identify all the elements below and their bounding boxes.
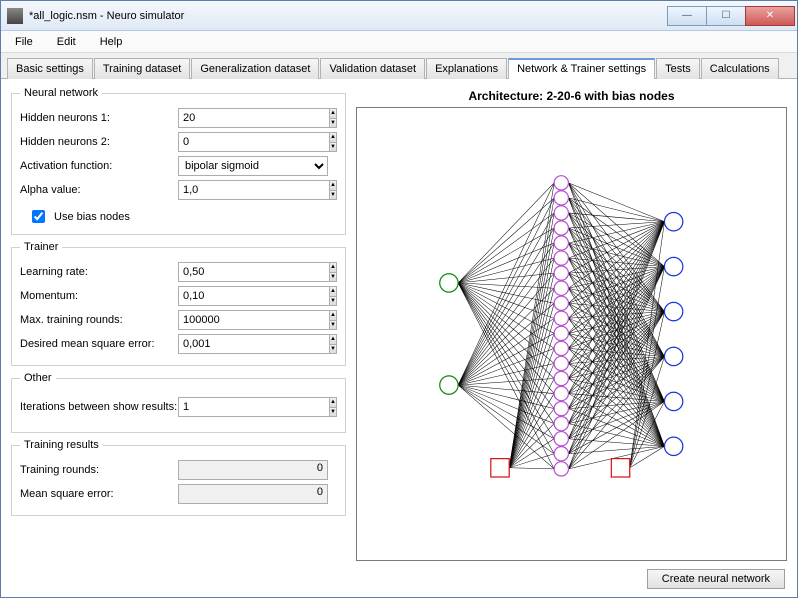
max-up[interactable]: ▲ — [330, 310, 337, 320]
window-controls: — ☐ ✕ — [668, 6, 795, 26]
menu-file[interactable]: File — [9, 34, 39, 50]
mse-down[interactable]: ▼ — [330, 344, 337, 355]
learning-rate-label: Learning rate: — [20, 266, 178, 278]
result-mse-value: 0 — [178, 484, 328, 504]
trainer-group: Trainer Learning rate: ▲▼ Momentum: ▲▼ — [11, 241, 346, 366]
iter-up[interactable]: ▲ — [330, 397, 337, 407]
mom-up[interactable]: ▲ — [330, 286, 337, 296]
max-rounds-input[interactable] — [178, 310, 330, 330]
iterations-label: Iterations between show results: — [20, 401, 178, 413]
result-mse-label: Mean square error: — [20, 488, 178, 500]
hidden2-down[interactable]: ▼ — [330, 142, 337, 153]
create-neural-network-button[interactable]: Create neural network — [647, 569, 785, 589]
tab-basic-settings[interactable]: Basic settings — [7, 58, 93, 79]
tab-explanations[interactable]: Explanations — [426, 58, 507, 79]
other-legend: Other — [20, 372, 56, 384]
desired-mse-label: Desired mean square error: — [20, 338, 178, 350]
tab-generalization-dataset[interactable]: Generalization dataset — [191, 58, 319, 79]
tab-validation-dataset[interactable]: Validation dataset — [320, 58, 425, 79]
hidden1-down[interactable]: ▼ — [330, 118, 337, 129]
tab-bar: Basic settings Training dataset Generali… — [1, 53, 797, 79]
hidden2-up[interactable]: ▲ — [330, 132, 337, 142]
tab-content: Neural network Hidden neurons 1: ▲▼ Hidd… — [1, 79, 797, 597]
settings-panel: Neural network Hidden neurons 1: ▲▼ Hidd… — [11, 87, 346, 589]
titlebar: *all_logic.nsm - Neuro simulator — ☐ ✕ — [1, 1, 797, 31]
hidden1-input[interactable] — [178, 108, 330, 128]
activation-select[interactable]: bipolar sigmoid — [178, 156, 328, 176]
hidden2-input[interactable] — [178, 132, 330, 152]
menu-help[interactable]: Help — [94, 34, 129, 50]
tab-training-dataset[interactable]: Training dataset — [94, 58, 190, 79]
tab-tests[interactable]: Tests — [656, 58, 700, 79]
hidden1-up[interactable]: ▲ — [330, 108, 337, 118]
mse-up[interactable]: ▲ — [330, 334, 337, 344]
max-rounds-label: Max. training rounds: — [20, 314, 178, 326]
alpha-down[interactable]: ▼ — [330, 190, 337, 201]
menu-edit[interactable]: Edit — [51, 34, 82, 50]
training-rounds-label: Training rounds: — [20, 464, 178, 476]
activation-label: Activation function: — [20, 160, 178, 172]
window-title: *all_logic.nsm - Neuro simulator — [29, 10, 668, 22]
other-group: Other Iterations between show results: ▲… — [11, 372, 346, 433]
bias-checkbox[interactable] — [32, 210, 45, 223]
alpha-input[interactable] — [178, 180, 330, 200]
tab-network-trainer-settings[interactable]: Network & Trainer settings — [508, 58, 655, 79]
alpha-up[interactable]: ▲ — [330, 180, 337, 190]
trainer-legend: Trainer — [20, 241, 62, 253]
training-rounds-value: 0 — [178, 460, 328, 480]
neural-network-legend: Neural network — [20, 87, 102, 99]
training-results-legend: Training results — [20, 439, 103, 451]
momentum-label: Momentum: — [20, 290, 178, 302]
training-results-group: Training results Training rounds: 0 Mean… — [11, 439, 346, 516]
hidden1-label: Hidden neurons 1: — [20, 112, 178, 124]
close-button[interactable]: ✕ — [745, 6, 795, 26]
iterations-input[interactable] — [178, 397, 330, 417]
iter-down[interactable]: ▼ — [330, 407, 337, 418]
bias-label: Use bias nodes — [54, 211, 130, 223]
lr-down[interactable]: ▼ — [330, 272, 337, 283]
mom-down[interactable]: ▼ — [330, 296, 337, 307]
neural-network-group: Neural network Hidden neurons 1: ▲▼ Hidd… — [11, 87, 346, 235]
minimize-button[interactable]: — — [667, 6, 707, 26]
maximize-button[interactable]: ☐ — [706, 6, 746, 26]
max-down[interactable]: ▼ — [330, 320, 337, 331]
app-window: *all_logic.nsm - Neuro simulator — ☐ ✕ F… — [0, 0, 798, 598]
alpha-label: Alpha value: — [20, 184, 178, 196]
menubar: File Edit Help — [1, 31, 797, 53]
visualization-panel: Architecture: 2-20-6 with bias nodes Cre… — [356, 87, 787, 589]
app-icon — [7, 8, 23, 24]
lr-up[interactable]: ▲ — [330, 262, 337, 272]
network-diagram — [356, 107, 787, 561]
learning-rate-input[interactable] — [178, 262, 330, 282]
tab-calculations[interactable]: Calculations — [701, 58, 779, 79]
hidden2-label: Hidden neurons 2: — [20, 136, 178, 148]
architecture-title: Architecture: 2-20-6 with bias nodes — [356, 87, 787, 107]
momentum-input[interactable] — [178, 286, 330, 306]
desired-mse-input[interactable] — [178, 334, 330, 354]
